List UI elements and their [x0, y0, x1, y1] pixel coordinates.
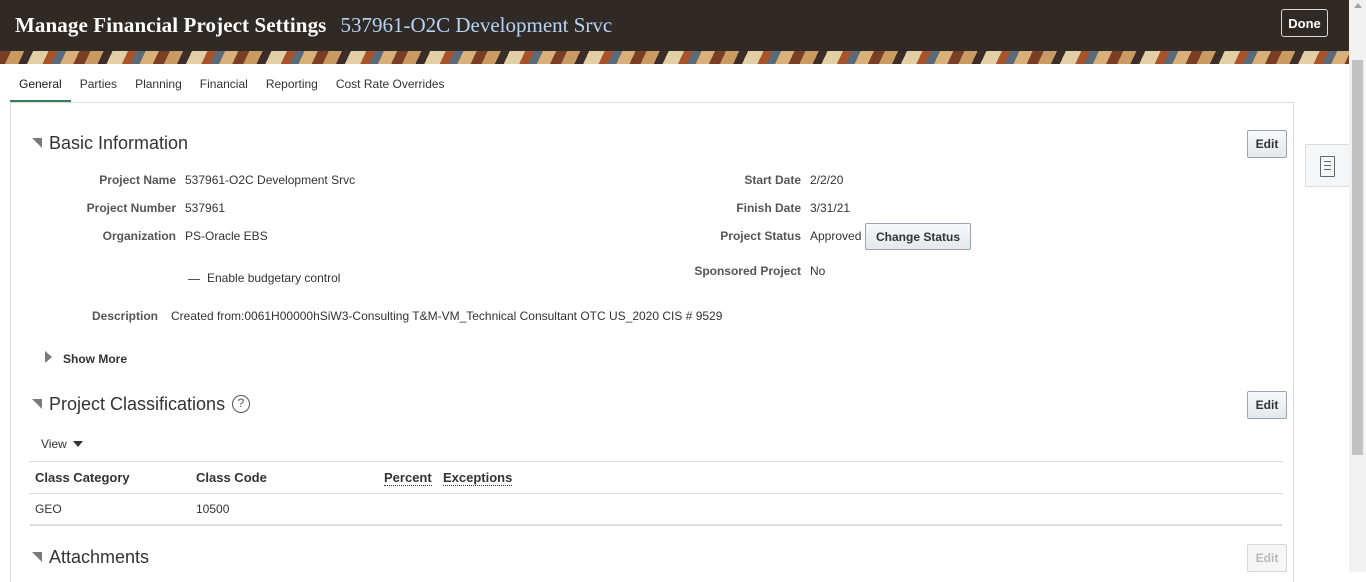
sponsored-project-value: No [810, 264, 826, 278]
budgetary-control-label: Enable budgetary control [207, 271, 341, 285]
page-header: Manage Financial Project Settings 537961… [0, 0, 1349, 51]
project-status-value: Approved [810, 229, 862, 243]
collapse-triangle-icon[interactable] [32, 552, 42, 562]
class-code-cell: 10500 [196, 502, 230, 516]
attachments-heading: Attachments [49, 547, 150, 567]
side-panel-tab[interactable] [1305, 144, 1349, 187]
finish-date-label: Finish Date [736, 201, 801, 215]
project-number-label: Project Number [86, 201, 176, 215]
tab-reporting[interactable]: Reporting [257, 70, 327, 103]
decorative-banner [0, 51, 1349, 64]
show-more-link[interactable]: Show More [63, 352, 127, 366]
finish-date-value: 3/31/21 [810, 201, 851, 215]
collapse-triangle-icon[interactable] [32, 138, 42, 148]
collapse-triangle-icon[interactable] [32, 399, 42, 409]
sponsored-project-label: Sponsored Project [694, 264, 801, 278]
table-bottom-border [30, 524, 1282, 526]
basic-information-heading: Basic Information [49, 133, 189, 153]
tab-general[interactable]: General [10, 70, 71, 103]
description-value: Created from:0061H00000hSiW3-Consulting … [171, 309, 723, 323]
table-header-border [30, 493, 1282, 494]
basic-info-edit-button[interactable]: Edit [1247, 130, 1287, 158]
help-icon[interactable]: ? [232, 395, 250, 413]
project-name-value: 537961-O2C Development Srvc [185, 173, 356, 187]
tab-bar: General Parties Planning Financial Repor… [10, 70, 454, 103]
column-header-exceptions[interactable]: Exceptions [443, 470, 513, 486]
change-status-button[interactable]: Change Status [865, 223, 971, 250]
budgetary-control-checkbox[interactable] [188, 279, 200, 280]
project-status-label: Project Status [720, 229, 801, 243]
column-header-class-category[interactable]: Class Category [35, 470, 130, 485]
tab-parties[interactable]: Parties [71, 70, 126, 103]
caret-down-icon[interactable] [73, 441, 83, 447]
scrollbar-thumb[interactable] [1352, 60, 1363, 455]
scroll-up-arrow-icon[interactable] [1354, 3, 1362, 8]
document-icon [1320, 156, 1335, 177]
classifications-edit-button[interactable]: Edit [1247, 391, 1287, 419]
organization-value: PS-Oracle EBS [185, 229, 268, 243]
done-button[interactable]: Done [1281, 9, 1328, 37]
attachments-edit-button[interactable]: Edit [1247, 544, 1287, 572]
column-header-class-code[interactable]: Class Code [196, 470, 267, 485]
project-classifications-heading: Project Classifications [49, 394, 226, 414]
project-title: 537961-O2C Development Srvc [340, 13, 613, 37]
project-name-label: Project Name [99, 173, 176, 187]
description-label: Description [91, 309, 158, 323]
column-header-percent[interactable]: Percent [384, 470, 432, 486]
start-date-value: 2/2/20 [810, 173, 844, 187]
class-category-cell: GEO [35, 502, 62, 516]
tab-financial[interactable]: Financial [191, 70, 257, 103]
expand-triangle-icon[interactable] [45, 351, 52, 363]
view-menu[interactable]: View [41, 437, 67, 451]
organization-label: Organization [102, 229, 176, 243]
tab-planning[interactable]: Planning [126, 70, 191, 103]
start-date-label: Start Date [744, 173, 801, 187]
page-title: Manage Financial Project Settings [15, 13, 327, 37]
project-number-value: 537961 [185, 201, 226, 215]
table-top-border [30, 461, 1282, 462]
tab-cost-rate-overrides[interactable]: Cost Rate Overrides [327, 70, 454, 103]
